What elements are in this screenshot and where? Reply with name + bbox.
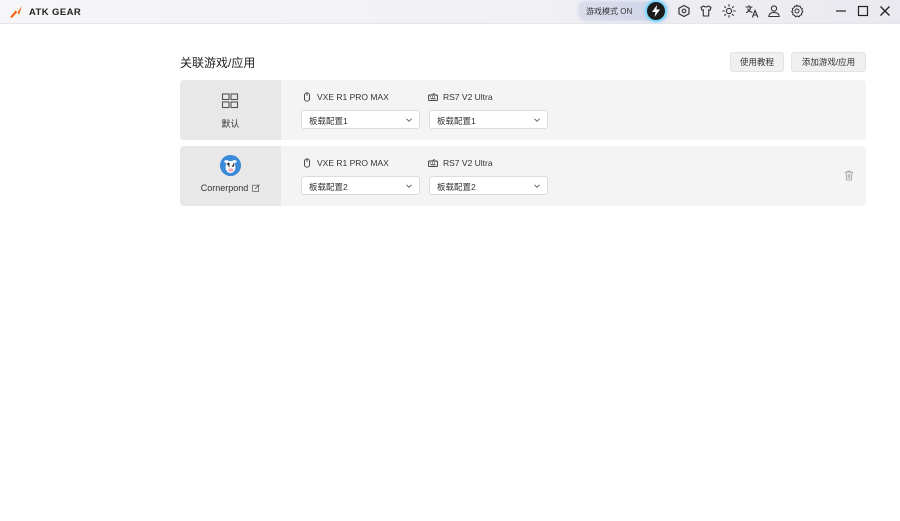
app-brand: ATK GEAR xyxy=(29,6,82,18)
select-value: 板载配置1 xyxy=(309,116,348,126)
game-mode-toggle[interactable] xyxy=(647,2,665,20)
settings-icon[interactable] xyxy=(790,4,804,18)
keyboard-icon xyxy=(428,159,438,168)
chevron-down-icon xyxy=(406,118,412,122)
atk-logo-icon xyxy=(10,6,22,18)
device-name: VXE R1 PRO MAX xyxy=(317,92,389,102)
maximize-icon[interactable] xyxy=(856,4,870,18)
app-name: 默认 xyxy=(221,119,240,129)
app-logo: ATK GEAR xyxy=(8,3,81,21)
app-tile-default[interactable]: 默认 xyxy=(180,80,281,140)
lightning-icon xyxy=(652,5,660,17)
game-mode-label: 游戏模式 ON xyxy=(586,7,633,16)
user-icon[interactable] xyxy=(767,4,781,18)
device-label-mouse: VXE R1 PRO MAX xyxy=(302,157,389,169)
mouse-icon xyxy=(304,92,310,102)
profile-select-mouse[interactable]: 板载配置1 xyxy=(301,110,420,129)
chevron-down-icon xyxy=(406,184,412,188)
cow-icon xyxy=(220,155,241,176)
device-name: VXE R1 PRO MAX xyxy=(317,158,389,168)
page-title: 关联游戏/应用 xyxy=(180,56,256,70)
profile-select-mouse[interactable]: 板载配置2 xyxy=(301,176,420,195)
select-value: 板载配置2 xyxy=(437,182,476,192)
app-row-cornerpond: Cornerpond VXE R1 PRO MAX RS7 V2 Ultra 板… xyxy=(180,146,866,206)
device-label-mouse: VXE R1 PRO MAX xyxy=(302,91,389,103)
device-label-keyboard: RS7 V2 Ultra xyxy=(428,91,493,103)
tutorial-button[interactable]: 使用教程 xyxy=(730,52,784,72)
trash-icon[interactable] xyxy=(844,170,854,181)
chevron-down-icon xyxy=(534,118,540,122)
profile-select-keyboard[interactable]: 板载配置1 xyxy=(429,110,548,129)
profile-select-keyboard[interactable]: 板载配置2 xyxy=(429,176,548,195)
select-value: 板载配置1 xyxy=(437,116,476,126)
shirt-icon[interactable] xyxy=(699,4,713,18)
chevron-down-icon xyxy=(534,184,540,188)
device-name: RS7 V2 Ultra xyxy=(443,92,493,102)
app-name-line: Cornerpond xyxy=(180,183,281,193)
shield-icon[interactable] xyxy=(677,4,691,18)
app-tile-cornerpond[interactable]: Cornerpond xyxy=(180,146,281,206)
close-icon[interactable] xyxy=(878,4,892,18)
device-label-keyboard: RS7 V2 Ultra xyxy=(428,157,493,169)
sun-icon[interactable] xyxy=(722,4,736,18)
add-app-button[interactable]: 添加游戏/应用 xyxy=(791,52,866,72)
app-row-default: 默认 VXE R1 PRO MAX RS7 V2 Ultra 板载配置1 板载配… xyxy=(180,80,866,140)
minimize-icon[interactable] xyxy=(834,4,848,18)
windows-icon xyxy=(221,93,239,109)
app-avatar xyxy=(220,155,241,176)
mouse-icon xyxy=(304,158,310,168)
select-value: 板载配置2 xyxy=(309,182,348,192)
translate-icon[interactable] xyxy=(745,4,759,18)
app-name: Cornerpond xyxy=(200,183,249,193)
keyboard-icon xyxy=(428,93,438,102)
device-name: RS7 V2 Ultra xyxy=(443,158,493,168)
title-bar: ATK GEAR 游戏模式 ON xyxy=(0,0,900,24)
edit-icon[interactable] xyxy=(252,184,260,192)
